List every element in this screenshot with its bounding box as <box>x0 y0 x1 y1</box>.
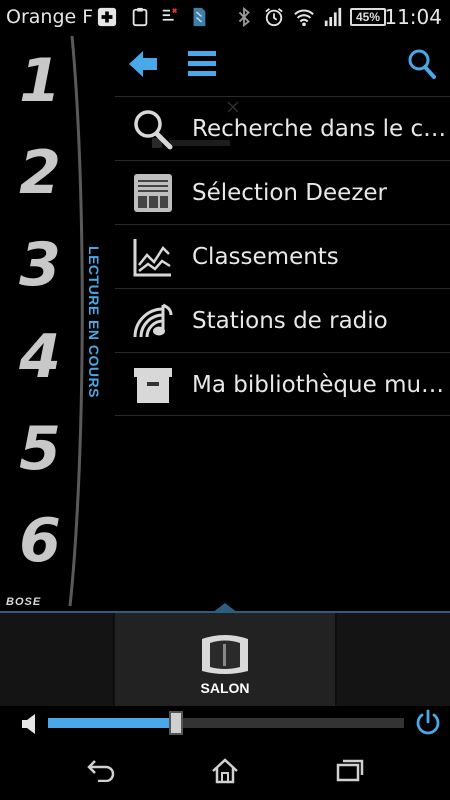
home-icon[interactable] <box>211 758 239 784</box>
mail-icon <box>162 8 178 21</box>
volume-slider-thumb[interactable] <box>169 711 183 735</box>
deezer-icon <box>134 174 172 212</box>
preset-2-button[interactable]: 2 <box>8 138 70 208</box>
menu-list-icon[interactable] <box>187 48 217 80</box>
now-playing-tab[interactable]: LECTURE EN COURS <box>84 246 104 398</box>
radio-icon <box>133 303 173 338</box>
menu-item-label: Classements <box>192 244 339 270</box>
speaker-name: SALON <box>200 680 250 696</box>
menu-item-charts[interactable]: Classements <box>115 224 450 288</box>
menu-item-my-library[interactable]: Ma bibliothèque mu… <box>115 352 450 416</box>
volume-slider-fill <box>48 718 173 728</box>
wifi-icon <box>294 9 314 27</box>
menu-item-label: Recherche dans le c… <box>192 116 447 142</box>
speaker-slot-left[interactable] <box>0 613 113 706</box>
menu-item-radio-stations[interactable]: Stations de radio <box>115 288 450 352</box>
sd-card-icon <box>193 7 206 27</box>
preset-5-button[interactable]: 5 <box>8 414 70 484</box>
chart-icon <box>133 239 171 277</box>
preset-4-button[interactable]: 4 <box>8 322 70 392</box>
bose-logo: BOSE <box>6 596 42 608</box>
speaker-slot-right[interactable] <box>337 613 450 706</box>
alarm-icon <box>265 8 283 27</box>
volume-bar <box>0 706 450 742</box>
menu-item-deezer[interactable]: Sélection Deezer <box>115 160 450 224</box>
speaker-slot-selected[interactable]: SALON <box>115 613 335 706</box>
speaker-volume-icon[interactable] <box>20 712 38 736</box>
health-icon <box>97 7 117 27</box>
volume-slider[interactable] <box>48 711 404 735</box>
toolbar <box>115 34 450 96</box>
now-playing-label: LECTURE EN COURS <box>86 246 102 398</box>
status-bar: Orange F 45% 11:04 <box>0 0 450 34</box>
menu-item-label: Ma bibliothèque mu… <box>192 372 445 398</box>
archive-box-icon <box>134 368 172 403</box>
search-icon <box>134 110 173 150</box>
menu-item-label: Stations de radio <box>192 308 388 334</box>
speaker-icon <box>202 635 248 674</box>
menu-item-search[interactable]: Recherche dans le c… <box>115 96 450 160</box>
battery-level: 45% <box>355 10 381 24</box>
battery-icon: 45% <box>350 8 386 26</box>
back-arrow-icon[interactable] <box>127 48 159 80</box>
preset-3-button[interactable]: 3 <box>8 230 70 300</box>
search-icon[interactable] <box>407 48 437 80</box>
back-icon[interactable] <box>86 758 116 782</box>
menu-item-label: Sélection Deezer <box>192 180 387 206</box>
carrier-name: Orange F <box>6 6 94 28</box>
preset-6-button[interactable]: 6 <box>8 506 70 576</box>
bluetooth-icon <box>238 7 250 27</box>
speaker-panel: SALON <box>0 613 450 706</box>
clipboard-icon <box>132 7 148 27</box>
power-icon[interactable] <box>414 709 442 737</box>
recent-apps-icon[interactable] <box>336 758 366 782</box>
preset-1-button[interactable]: 1 <box>8 46 70 116</box>
system-nav-bar <box>0 742 450 800</box>
signal-icon <box>324 7 342 27</box>
clock: 11:04 <box>384 5 442 29</box>
